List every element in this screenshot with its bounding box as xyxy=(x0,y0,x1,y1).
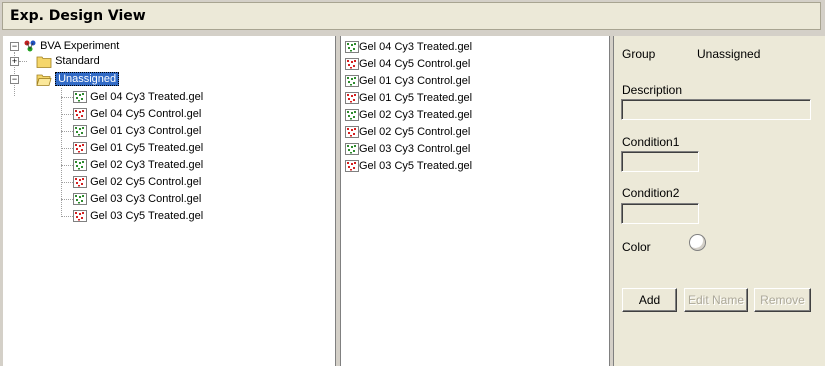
tree-node-root[interactable]: BVA Experiment xyxy=(23,38,119,54)
gel-file-icon xyxy=(345,75,359,88)
condition2-label: Condition2 xyxy=(622,186,680,200)
gel-label: Gel 03 Cy5 Treated.gel xyxy=(90,210,204,222)
remove-button[interactable]: Remove xyxy=(754,288,811,312)
group-properties-panel: Group Unassigned Description Condition1 … xyxy=(613,36,825,366)
list-item[interactable]: Gel 02 Cy5 Control.gel xyxy=(345,124,470,140)
gel-file-icon xyxy=(73,91,87,104)
experiment-tree[interactable]: − BVA Experiment + Standard − Unassigned… xyxy=(3,36,336,366)
gel-file-icon xyxy=(345,126,359,139)
gel-file-icon xyxy=(73,142,87,155)
list-item[interactable]: Gel 03 Cy5 Treated.gel xyxy=(345,158,472,174)
tree-node-unassigned[interactable]: Unassigned xyxy=(36,71,120,87)
list-item[interactable]: Gel 04 Cy3 Treated.gel xyxy=(345,39,472,55)
collapse-root-toggle[interactable]: − xyxy=(10,42,19,51)
gel-label: Gel 02 Cy3 Treated.gel xyxy=(359,109,473,121)
gel-file-icon xyxy=(345,58,359,71)
gel-label: Gel 04 Cy3 Treated.gel xyxy=(90,91,204,103)
gel-file-icon xyxy=(73,125,87,138)
panel-title-bar: Exp. Design View xyxy=(2,2,821,30)
list-item[interactable]: Gel 01 Cy3 Control.gel xyxy=(345,73,470,89)
list-item[interactable]: Gel 03 Cy3 Control.gel xyxy=(345,141,470,157)
tree-gel-item[interactable]: Gel 04 Cy5 Control.gel xyxy=(73,106,201,122)
tree-gel-item[interactable]: Gel 02 Cy3 Treated.gel xyxy=(73,157,203,173)
condition1-label: Condition1 xyxy=(622,135,680,149)
condition2-field[interactable] xyxy=(621,203,699,224)
gel-label: Gel 03 Cy3 Control.gel xyxy=(359,143,471,155)
gel-label: Gel 04 Cy5 Control.gel xyxy=(90,108,202,120)
color-label: Color xyxy=(622,240,651,254)
list-item[interactable]: Gel 01 Cy5 Treated.gel xyxy=(345,90,472,106)
tree-gel-item[interactable]: Gel 01 Cy5 Treated.gel xyxy=(73,140,203,156)
gel-file-icon xyxy=(73,159,87,172)
gel-file-icon xyxy=(345,109,359,122)
panel-title: Exp. Design View xyxy=(10,8,146,24)
edit-name-button[interactable]: Edit Name xyxy=(684,288,748,312)
gel-file-icon xyxy=(73,193,87,206)
expand-standard-toggle[interactable]: + xyxy=(10,57,19,66)
gel-file-icon xyxy=(73,210,87,223)
group-value: Unassigned xyxy=(697,47,761,61)
tree-group-label: Standard xyxy=(55,55,100,67)
gel-label: Gel 01 Cy3 Control.gel xyxy=(90,125,202,137)
experiment-icon xyxy=(24,40,36,52)
group-label: Group xyxy=(622,47,656,61)
tree-group-label: Unassigned xyxy=(55,72,120,86)
gel-label: Gel 02 Cy3 Treated.gel xyxy=(90,159,204,171)
description-label: Description xyxy=(622,83,683,97)
collapse-unassigned-toggle[interactable]: − xyxy=(10,75,19,84)
gel-label: Gel 01 Cy5 Treated.gel xyxy=(359,92,473,104)
tree-root-label: BVA Experiment xyxy=(40,40,120,52)
gel-file-icon xyxy=(345,143,359,156)
gel-file-icon xyxy=(345,92,359,105)
tree-node-standard[interactable]: Standard xyxy=(36,53,100,69)
gel-file-icon xyxy=(345,160,359,173)
gel-label: Gel 04 Cy3 Treated.gel xyxy=(359,41,473,53)
tree-gel-item[interactable]: Gel 04 Cy3 Treated.gel xyxy=(73,89,203,105)
description-field[interactable] xyxy=(621,99,811,120)
gel-list[interactable]: Gel 04 Cy3 Treated.gel Gel 04 Cy5 Control… xyxy=(340,36,610,366)
gel-file-icon xyxy=(73,176,87,189)
gel-label: Gel 03 Cy3 Control.gel xyxy=(90,193,202,205)
gel-file-icon xyxy=(345,41,359,54)
list-item[interactable]: Gel 02 Cy3 Treated.gel xyxy=(345,107,472,123)
tree-gel-item[interactable]: Gel 03 Cy5 Treated.gel xyxy=(73,208,203,224)
gel-label: Gel 02 Cy5 Control.gel xyxy=(90,176,202,188)
gel-label: Gel 03 Cy5 Treated.gel xyxy=(359,160,473,172)
gel-label: Gel 01 Cy5 Treated.gel xyxy=(90,142,204,154)
add-button[interactable]: Add xyxy=(622,288,677,312)
color-picker-swatch[interactable] xyxy=(689,234,706,251)
open-folder-icon xyxy=(36,74,52,86)
tree-gel-item[interactable]: Gel 02 Cy5 Control.gel xyxy=(73,174,201,190)
gel-label: Gel 04 Cy5 Control.gel xyxy=(359,58,471,70)
gel-label: Gel 01 Cy3 Control.gel xyxy=(359,75,471,87)
tree-gel-item[interactable]: Gel 03 Cy3 Control.gel xyxy=(73,191,201,207)
tree-gel-item[interactable]: Gel 01 Cy3 Control.gel xyxy=(73,123,201,139)
gel-file-icon xyxy=(73,108,87,121)
folder-icon xyxy=(36,56,52,68)
gel-label: Gel 02 Cy5 Control.gel xyxy=(359,126,471,138)
condition1-field[interactable] xyxy=(621,151,699,172)
list-item[interactable]: Gel 04 Cy5 Control.gel xyxy=(345,56,470,72)
